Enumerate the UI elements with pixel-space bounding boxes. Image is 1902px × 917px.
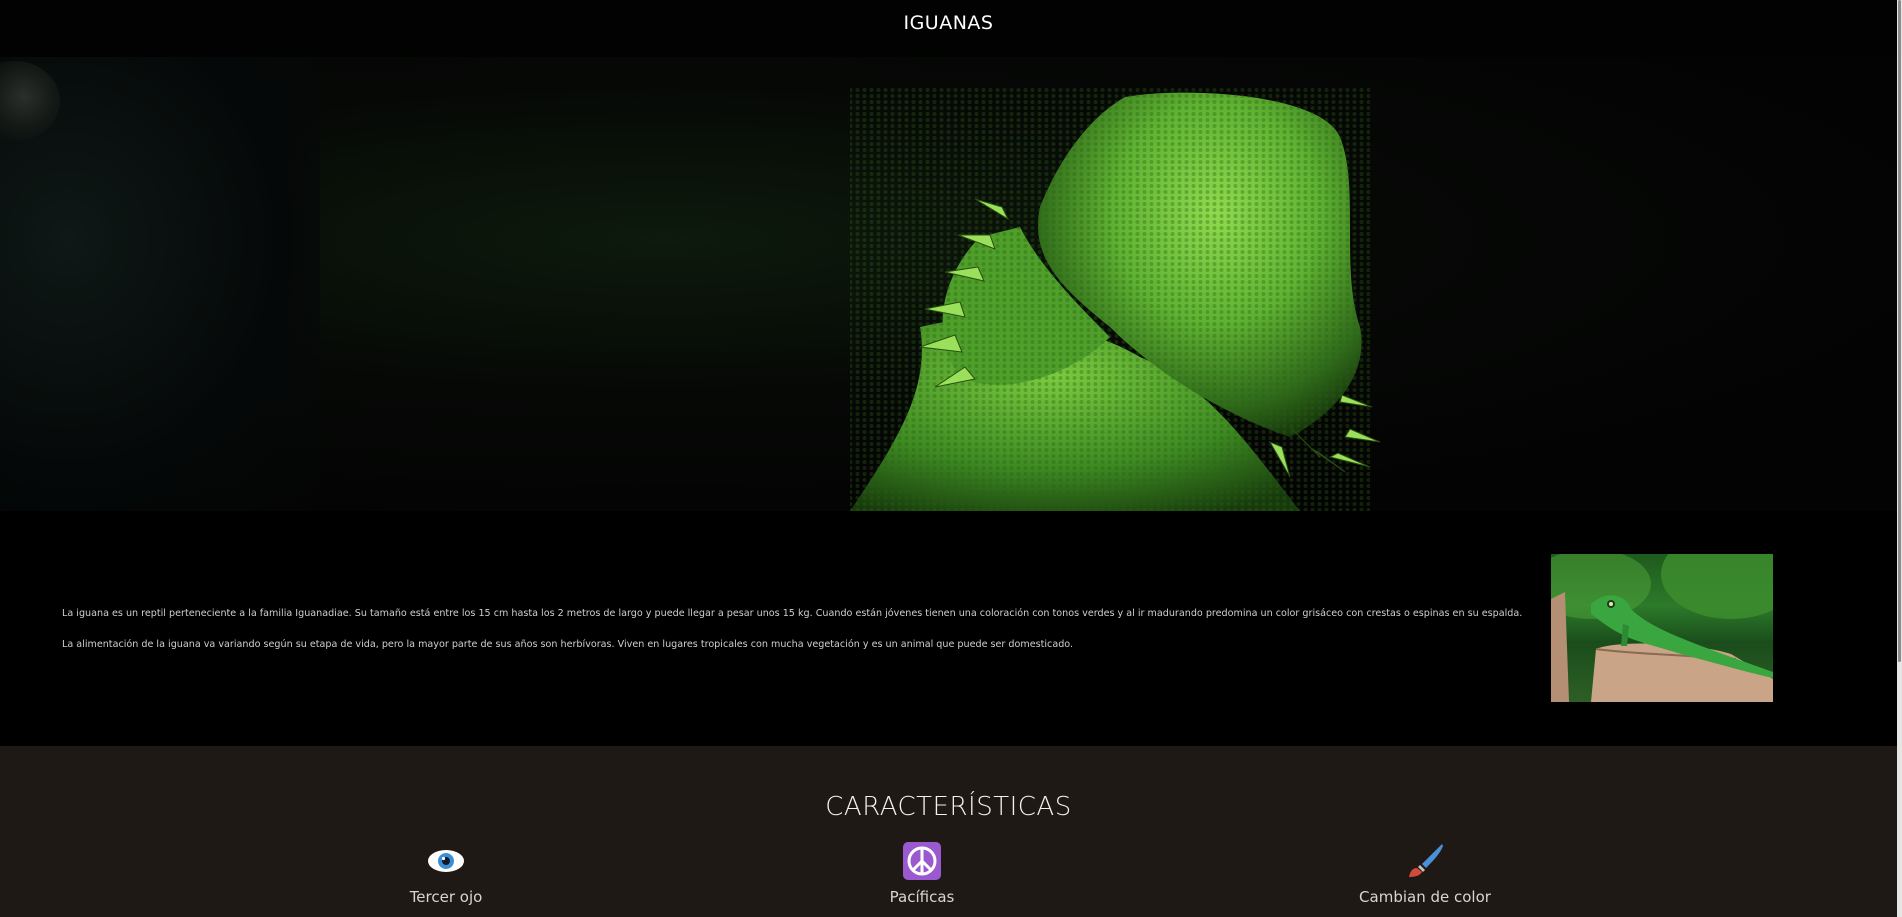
features-section: CARACTERÍSTICAS Tercer ojo Pacíficas Cam…: [0, 746, 1897, 917]
page: IGUANAS La iguana es un reptil perteneci…: [0, 0, 1897, 917]
intro-section: La iguana es un reptil perteneciente a l…: [0, 511, 1897, 746]
eye-icon: [428, 850, 464, 872]
feature-peaceful: Pacíficas: [812, 842, 1032, 906]
peace-icon: [903, 842, 941, 880]
feature-third-eye: Tercer ojo: [336, 842, 556, 906]
feature-label: Tercer ojo: [409, 888, 483, 906]
scrollbar-thumb[interactable]: [1898, 0, 1901, 662]
feature-color-change: Cambian de color: [1315, 842, 1535, 906]
iguana-illustration: [850, 87, 1381, 511]
hero-image: [0, 57, 1897, 511]
paintbrush-icon: [1409, 844, 1443, 877]
feature-label: Pacíficas: [889, 888, 955, 906]
page-scrollbar[interactable]: [1897, 0, 1902, 917]
intro-paragraph-1: La iguana es un reptil perteneciente a l…: [62, 608, 1523, 619]
site-title: IGUANAS: [903, 12, 994, 34]
iguana-photo: [1551, 554, 1773, 702]
features-heading: CARACTERÍSTICAS: [825, 792, 1072, 822]
intro-paragraph-2: La alimentación de la iguana va variando…: [62, 639, 1074, 650]
site-header: IGUANAS: [0, 0, 1897, 57]
feature-label: Cambian de color: [1359, 888, 1491, 906]
